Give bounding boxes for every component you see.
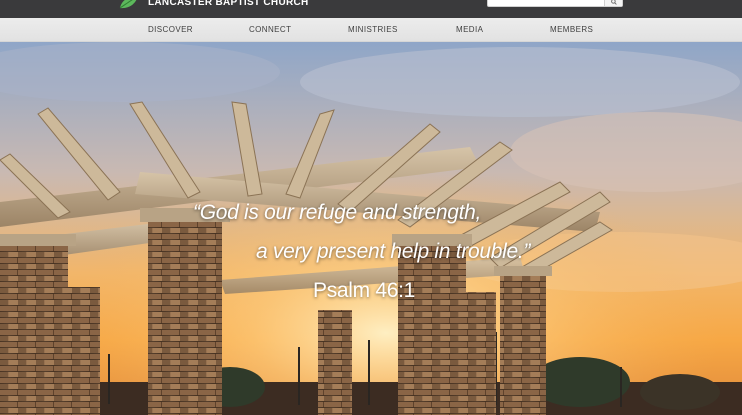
leaf-icon[interactable] <box>118 0 140 10</box>
hero-quote-line1: “God is our refuge and strength, <box>193 201 482 224</box>
search-input[interactable] <box>488 0 604 6</box>
hero-banner: “God is our refuge and strength, a very … <box>0 42 742 415</box>
hero-quote-line2: a very present help in trouble.” <box>256 240 531 263</box>
nav-item-media[interactable]: MEDIA <box>456 25 483 34</box>
nav-item-members[interactable]: MEMBERS <box>550 25 593 34</box>
site-header: LANCASTER BAPTIST CHURCH <box>0 0 742 18</box>
pergola-sunset-image <box>0 42 742 415</box>
nav-item-ministries[interactable]: MINISTRIES <box>348 25 398 34</box>
site-name[interactable]: LANCASTER BAPTIST CHURCH <box>148 0 309 8</box>
search-icon <box>611 0 617 5</box>
main-nav: DISCOVER CONNECT MINISTRIES MEDIA MEMBER… <box>0 18 742 42</box>
nav-item-connect[interactable]: CONNECT <box>249 25 291 34</box>
search-button[interactable] <box>604 0 622 6</box>
search-box <box>487 0 623 7</box>
nav-item-discover[interactable]: DISCOVER <box>148 25 193 34</box>
hero-quote-reference: Psalm 46:1 <box>313 279 416 302</box>
